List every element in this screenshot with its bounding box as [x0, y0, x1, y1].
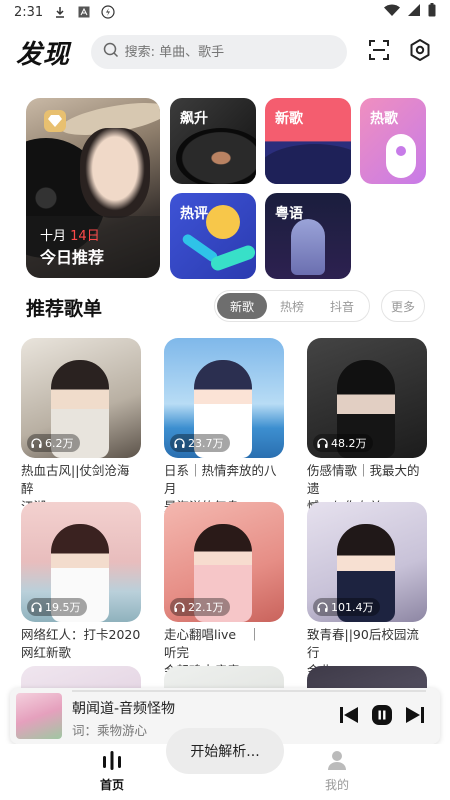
equalizer-icon: [103, 751, 121, 770]
playlist-card[interactable]: 101.4万 致青春||90后校园流行金曲: [307, 502, 427, 680]
pause-button[interactable]: [369, 702, 395, 728]
play-count: 23.7万: [188, 437, 224, 450]
user-icon: [328, 751, 346, 770]
playlist-cover: 19.5万: [21, 502, 141, 622]
figure-graphic: [291, 219, 325, 275]
ukulele-graphic: [386, 134, 416, 178]
tab-douyin[interactable]: 抖音: [317, 293, 367, 319]
gear-icon: [408, 38, 432, 66]
playlist-card[interactable]: 48.2万 伤感情歌｜我最大的遗憾，与你有关: [307, 338, 427, 516]
page-title: 发现: [16, 39, 71, 70]
skip-next-icon: [406, 707, 424, 723]
playlist-cover: 6.2万: [21, 338, 141, 458]
headphones-icon: [317, 438, 328, 448]
search-input[interactable]: [124, 44, 335, 60]
font-a-icon: [77, 5, 91, 19]
search-icon: [103, 42, 119, 62]
status-time: 2:31: [14, 4, 44, 20]
category-label: 飙升: [180, 111, 208, 127]
play-count: 6.2万: [45, 437, 74, 450]
now-playing-title: 朝闻道-音频怪物: [72, 701, 176, 717]
playlist-cover: 23.7万: [164, 338, 284, 458]
diamond-icon: [44, 110, 66, 132]
play-count: 22.1万: [188, 601, 224, 614]
playlist-cover: 48.2万: [307, 338, 427, 458]
play-count-badge: 6.2万: [27, 434, 80, 452]
playback-progress[interactable]: [72, 690, 426, 692]
play-count: 19.5万: [45, 601, 81, 614]
scan-icon: [368, 39, 390, 65]
portrait-graphic: [80, 128, 150, 218]
previous-button[interactable]: [336, 702, 362, 728]
play-count-badge: 101.4万: [313, 598, 380, 616]
category-label: 热评: [180, 206, 208, 222]
headphones-icon: [174, 602, 185, 612]
wifi-icon: [384, 4, 400, 20]
headphones-icon: [31, 602, 42, 612]
flash-icon: [101, 5, 115, 19]
now-playing-lyricist: 词：乘物游心: [72, 723, 148, 738]
play-count: 48.2万: [331, 437, 367, 450]
playlist-filter-tabs: 新歌 热榜 抖音: [214, 290, 370, 322]
featured-date: 十月 14日: [40, 229, 100, 244]
category-tile-cantonese[interactable]: 粤语: [265, 193, 351, 279]
playlist-card[interactable]: 19.5万 网络红人：打卡2020 网红新歌: [21, 502, 141, 662]
category-tile-hot[interactable]: 热歌: [360, 98, 426, 184]
section-title: 推荐歌单: [26, 298, 103, 320]
category-label: 新歌: [275, 111, 303, 127]
playlist-card[interactable]: 23.7万 日系｜热情奔放的八月是海洋的气息: [164, 338, 284, 516]
category-label: 热歌: [370, 111, 398, 127]
nav-home[interactable]: 首页: [72, 748, 152, 798]
next-button[interactable]: [402, 702, 428, 728]
daily-recommend-card[interactable]: 十月 14日 今日推荐: [26, 98, 160, 278]
scan-button[interactable]: [365, 38, 392, 66]
signal-icon: [408, 4, 420, 20]
category-tile-comments[interactable]: 热评: [170, 193, 256, 279]
headphones-icon: [174, 438, 185, 448]
nav-home-label: 首页: [99, 778, 124, 792]
playlist-cover: 22.1万: [164, 502, 284, 622]
nav-mine[interactable]: 我的: [297, 748, 377, 798]
pause-icon: [372, 705, 392, 725]
category-label: 粤语: [275, 206, 303, 222]
featured-day: 14日: [70, 229, 100, 244]
play-count-badge: 19.5万: [27, 598, 87, 616]
play-count-badge: 48.2万: [313, 434, 373, 452]
tab-hot-chart[interactable]: 热榜: [267, 293, 317, 319]
category-tile-new[interactable]: 新歌: [265, 98, 351, 184]
nav-mine-label: 我的: [324, 778, 349, 792]
playlist-card[interactable]: 6.2万 热血古风||仗剑沧海醉江湖: [21, 338, 141, 516]
category-tile-rising[interactable]: 飙升: [170, 98, 256, 184]
play-count-badge: 23.7万: [170, 434, 230, 452]
download-icon: [53, 5, 67, 19]
play-count: 101.4万: [331, 601, 374, 614]
playlist-cover: 101.4万: [307, 502, 427, 622]
headphones-icon: [31, 438, 42, 448]
playlist-name: 网络红人：打卡2020 网红新歌: [21, 627, 141, 660]
featured-title: 今日推荐: [40, 248, 105, 267]
playlist-card[interactable]: 22.1万 走心翻唱live ｜ 听完会起鸡皮疙瘩: [164, 502, 284, 680]
search-bar[interactable]: [90, 35, 348, 69]
headphones-icon: [317, 602, 328, 612]
parsing-toast: 开始解析...: [166, 728, 284, 774]
skip-previous-icon: [340, 707, 358, 723]
battery-icon: [428, 3, 436, 21]
play-count-badge: 22.1万: [170, 598, 230, 616]
turntable-graphic: [176, 128, 256, 184]
header: 发现: [0, 32, 450, 72]
now-playing-cover: [16, 693, 62, 739]
tab-new-songs[interactable]: 新歌: [217, 293, 267, 319]
settings-button[interactable]: [407, 38, 434, 66]
status-bar: 2:31: [0, 0, 450, 24]
more-button[interactable]: 更多: [381, 290, 425, 322]
